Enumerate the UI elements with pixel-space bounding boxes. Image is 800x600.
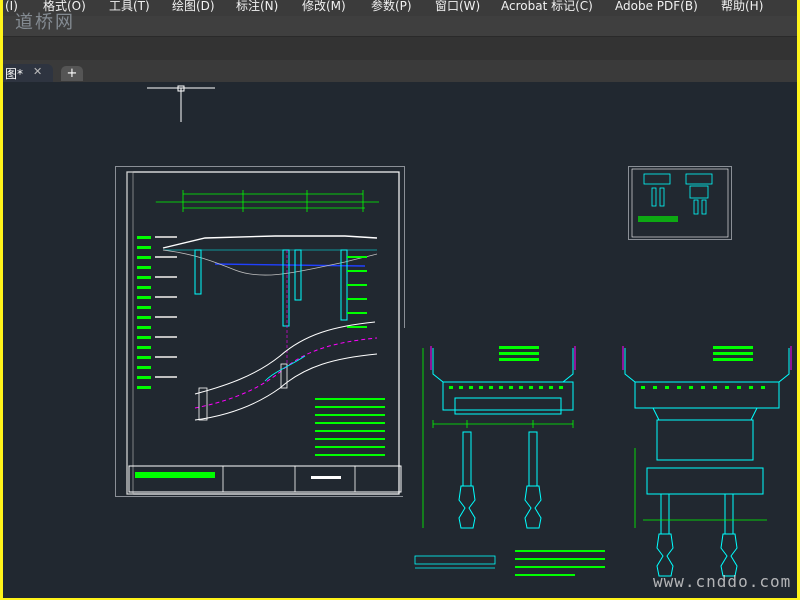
menu-item-window[interactable]: 窗口(W)	[435, 0, 480, 14]
drawing-sheet-cross-sections	[403, 328, 797, 598]
crosshair-cursor	[147, 85, 215, 122]
menu-item-help[interactable]: 帮助(H)	[721, 0, 763, 14]
new-tab-button[interactable]: +	[61, 66, 83, 81]
app-window: (I) 格式(O) 工具(T) 绘图(D) 标注(N) 修改(M) 参数(P) …	[3, 0, 797, 598]
drawing-sheet-thumbnail	[628, 166, 732, 240]
toolbar-strip-secondary	[3, 36, 797, 62]
menu-item-adobe-pdf[interactable]: Adobe PDF(B)	[615, 0, 698, 14]
menu-bar: (I) 格式(O) 工具(T) 绘图(D) 标注(N) 修改(M) 参数(P) …	[3, 0, 797, 16]
menu-item-modify[interactable]: 修改(M)	[302, 0, 346, 14]
menu-item-dimension[interactable]: 标注(N)	[236, 0, 278, 14]
document-tab-bar: 图* ✕ +	[3, 60, 797, 82]
menu-item-tools[interactable]: 工具(T)	[109, 0, 150, 14]
close-icon[interactable]: ✕	[33, 65, 42, 78]
tab-drawing[interactable]: 图* ✕	[3, 64, 53, 82]
toolbar-strip	[3, 16, 797, 36]
drawing-sheet-main	[115, 166, 405, 497]
watermark-url: www.cnddo.com	[653, 572, 792, 591]
watermark-logo: 道桥网	[15, 12, 75, 33]
menu-item-parameters[interactable]: 参数(P)	[371, 0, 412, 14]
menu-item-draw[interactable]: 绘图(D)	[172, 0, 215, 14]
tab-drawing-label: 图*	[5, 67, 24, 81]
drawing-canvas[interactable]: www.cnddo.com	[3, 82, 797, 598]
menu-item-acrobat[interactable]: Acrobat 标记(C)	[501, 0, 593, 14]
